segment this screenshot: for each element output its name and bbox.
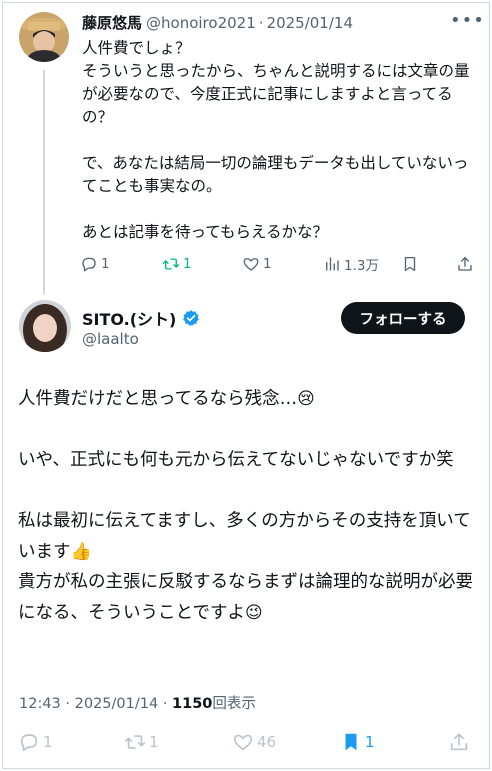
reply-count: 1 [43, 733, 53, 751]
more-options-icon[interactable]: ••• [450, 12, 484, 32]
bookmark-button[interactable] [401, 252, 419, 276]
post-time[interactable]: 12:43 [19, 696, 61, 712]
comment-icon [20, 734, 38, 752]
thread-connector-line [43, 70, 45, 294]
share-button[interactable] [456, 252, 474, 276]
views-label: 回表示 [212, 696, 256, 712]
like-button[interactable]: 46 [232, 730, 276, 754]
paragraph: いや、正式にも何も元から伝えてないじゃないですか笑 [18, 450, 454, 470]
paragraph: 人件費だけだと思ってるなら残念…😢 [18, 389, 315, 409]
retweet-button[interactable]: 1 [124, 730, 159, 754]
tweet-metadata: 12:43 · 2025/01/14 · 1150回表示 [19, 692, 256, 713]
comment-icon [82, 257, 96, 272]
share-icon [458, 256, 472, 271]
like-count: 1 [263, 256, 272, 272]
reply-header: 藤原悠馬 @honoiro2021 · 2025/01/14 [82, 12, 353, 34]
main-action-bar: 1 1 46 1 [18, 730, 478, 756]
avatar-photo [19, 12, 69, 62]
like-count: 46 [257, 733, 277, 751]
verified-badge-icon [183, 310, 200, 326]
post-date[interactable]: 2025/01/14 [75, 696, 159, 712]
retweet-button[interactable]: 1 [162, 252, 192, 276]
like-button[interactable]: 1 [242, 252, 272, 276]
reply-action-bar: 1 1 1 1.3万 [80, 252, 476, 276]
main-author-name-row: SITO.(シト) [82, 306, 200, 330]
analytics-icon [326, 257, 339, 271]
share-button[interactable] [448, 730, 470, 754]
retweet-icon [162, 258, 180, 270]
reply-author-avatar[interactable] [19, 12, 69, 62]
reply-button[interactable]: 1 [18, 730, 53, 754]
thumbs-up-emoji: 👍 [70, 541, 92, 562]
follow-button[interactable]: フォローする [341, 302, 465, 334]
heart-icon [243, 258, 259, 271]
share-icon [450, 733, 468, 751]
avatar-photo [19, 300, 71, 352]
views-button[interactable]: 1.3万 [323, 252, 379, 276]
main-tweet-text: 人件費だけだと思ってるなら残念…😢 いや、正式にも何も元から伝えてないじゃないで… [18, 384, 478, 628]
separator-dot: · [162, 696, 168, 712]
heart-icon [233, 734, 253, 751]
bookmark-button[interactable]: 1 [340, 730, 375, 754]
main-author-name[interactable]: SITO.(シト) [82, 306, 176, 330]
paragraph: 私は最初に伝えてますし、多くの方からその支持を頂いています👍 [18, 511, 471, 562]
reply-text: 人件費でしょ？ そういうと思ったから、ちゃんと説明するには文章の量が必要なので、… [82, 39, 470, 241]
separator-dot: · [65, 696, 71, 712]
retweet-count: 1 [149, 733, 159, 751]
views-count: 1.3万 [344, 258, 379, 274]
bookmark-filled-icon [345, 733, 357, 751]
reply-author-name[interactable]: 藤原悠馬 [82, 12, 142, 33]
reply-button[interactable]: 1 [80, 252, 110, 276]
reply-author-handle[interactable]: @honoiro2021 [146, 14, 256, 32]
bookmark-count: 1 [365, 733, 375, 751]
winking-face-emoji: 😉 [244, 602, 263, 623]
separator-dot: · [258, 14, 264, 32]
paragraph: 貴方が私の主張に反駁するならまずは論理的な説明が必要になる、そういうことですよ😉 [18, 572, 473, 623]
reply-date[interactable]: 2025/01/14 [267, 14, 353, 32]
bookmark-icon [404, 256, 416, 272]
retweet-count: 1 [183, 256, 192, 272]
retweet-icon [125, 735, 145, 749]
views-count: 1150 [172, 696, 213, 712]
crying-face-emoji: 😢 [297, 389, 315, 409]
main-author-handle[interactable]: @laalto [82, 330, 139, 348]
main-author-avatar[interactable] [19, 300, 71, 352]
reply-count: 1 [101, 256, 110, 272]
